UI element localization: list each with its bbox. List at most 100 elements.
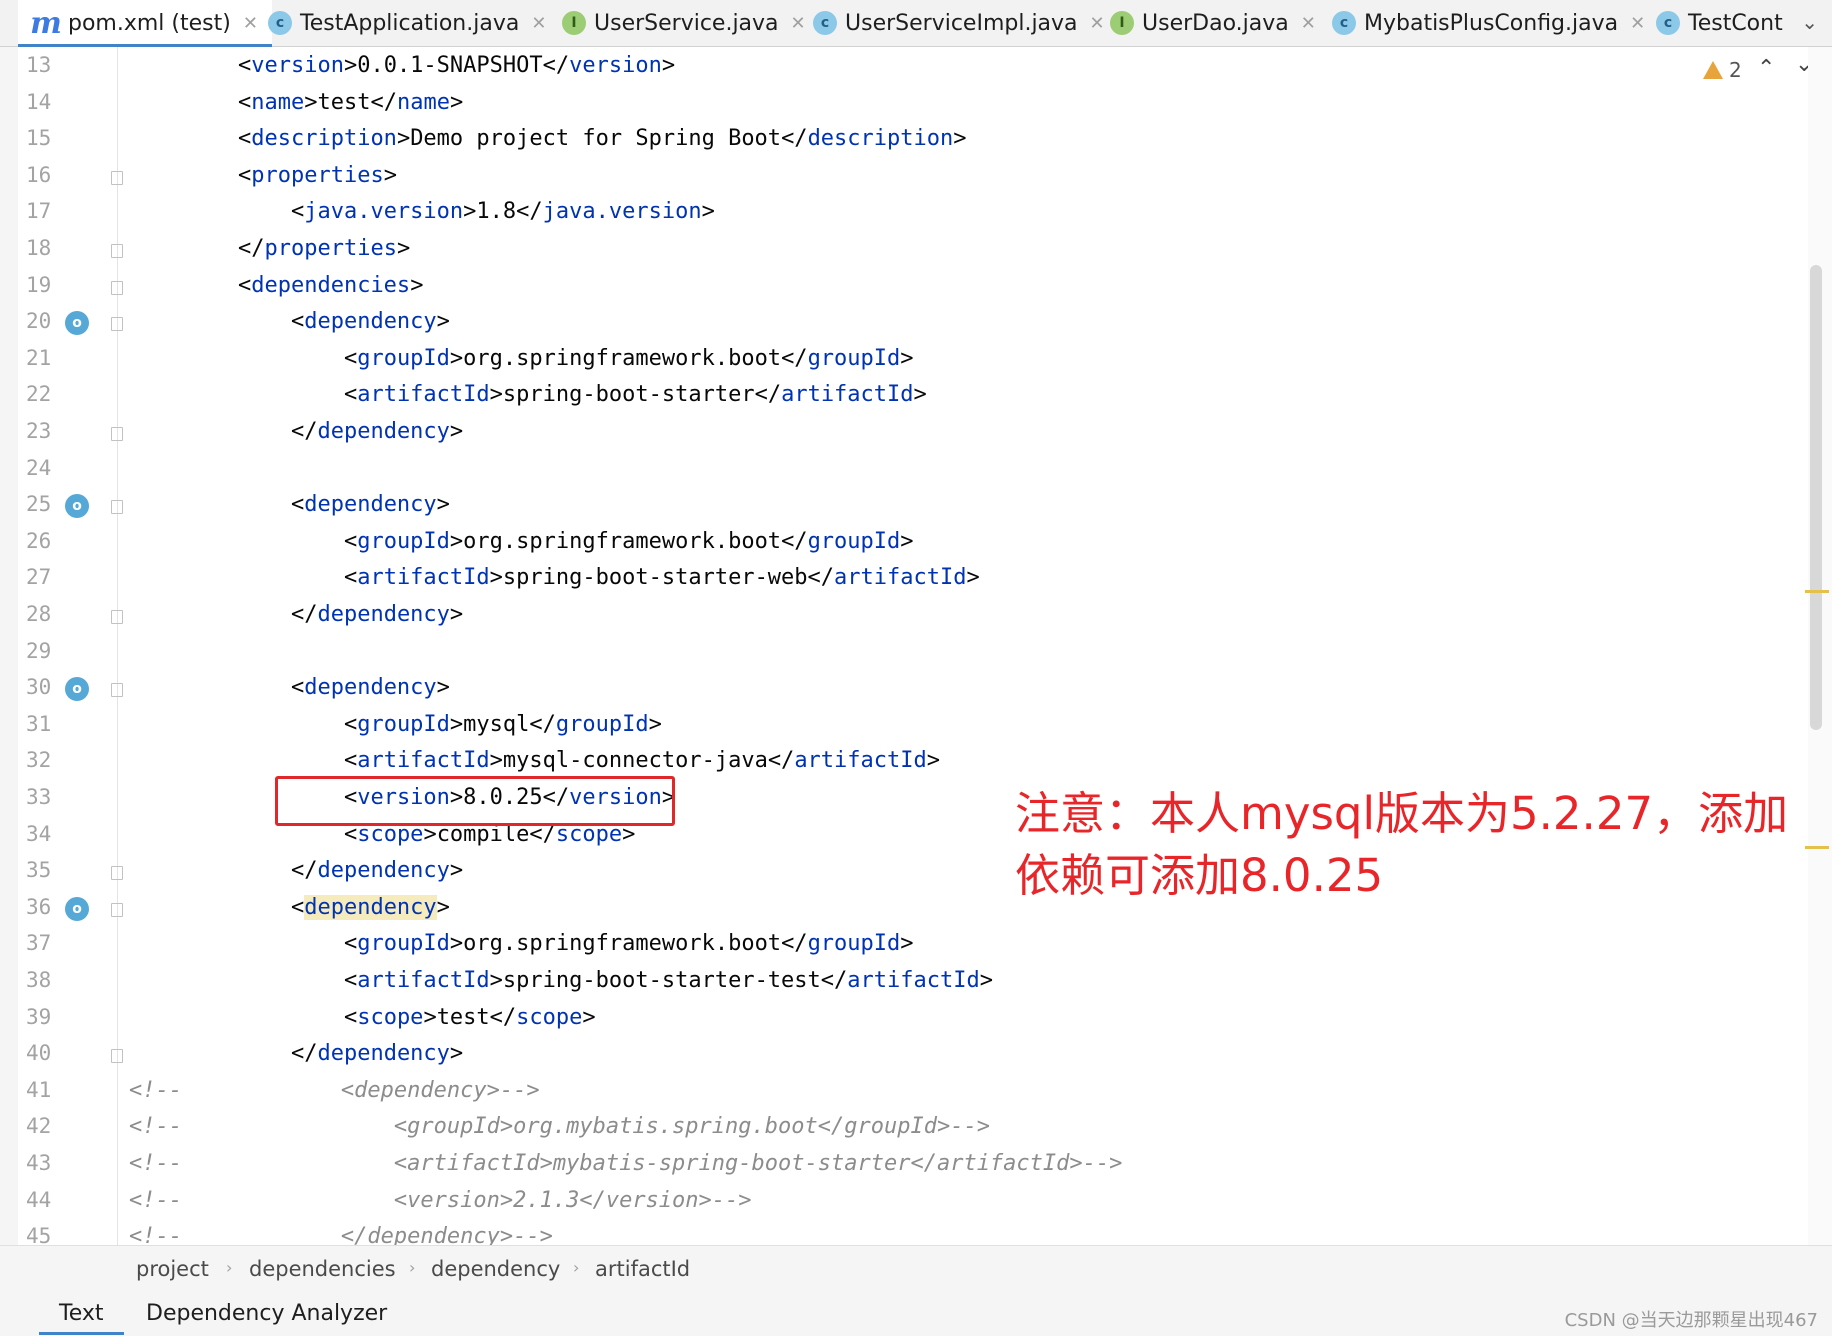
- xml-tag-name: groupId: [357, 711, 450, 737]
- xml-text: test: [436, 1004, 490, 1030]
- xml-text: </: [290, 1041, 318, 1067]
- fold-close-icon[interactable]: [111, 866, 123, 881]
- line-number: 42: [26, 1114, 52, 1139]
- close-icon[interactable]: ✕: [243, 13, 258, 34]
- tab-test-application[interactable]: c TestApplication.java ✕: [268, 0, 546, 46]
- xml-text: [185, 712, 344, 737]
- code-line[interactable]: <groupId>mysql</groupId>: [185, 712, 662, 737]
- maven-dependency-icon[interactable]: o: [65, 896, 89, 921]
- close-icon[interactable]: ✕: [1301, 13, 1316, 34]
- close-icon[interactable]: ✕: [1090, 13, 1105, 34]
- inspection-widget[interactable]: 2: [1703, 58, 1742, 82]
- interface-icon: I: [1110, 11, 1134, 35]
- close-icon[interactable]: ✕: [531, 13, 546, 34]
- line-number: 28: [26, 602, 52, 626]
- xml-tag-name: scope: [516, 1004, 583, 1030]
- fold-close-icon[interactable]: [111, 244, 123, 258]
- fold-open-icon[interactable]: [111, 170, 123, 185]
- chevron-down-icon[interactable]: ⌄: [1801, 10, 1818, 34]
- warning-marker[interactable]: [1805, 590, 1829, 593]
- close-icon[interactable]: ✕: [791, 13, 806, 34]
- code-line[interactable]: <dependency>: [185, 894, 450, 920]
- code-line[interactable]: <dependency>: [185, 309, 450, 334]
- code-line[interactable]: <dependencies>: [185, 273, 423, 298]
- maven-dependency-icon[interactable]: o: [65, 494, 89, 519]
- tab-mybatis-plus-config[interactable]: c MybatisPlusConfig.java ✕: [1332, 0, 1645, 46]
- line-number: 13: [26, 53, 52, 77]
- tab-user-service[interactable]: I UserService.java ✕: [562, 0, 806, 46]
- code-line[interactable]: <dependency>: [185, 675, 450, 700]
- warning-icon: [1703, 61, 1723, 79]
- tab-user-dao[interactable]: I UserDao.java ✕: [1110, 0, 1316, 46]
- xml-tag-name: dependency: [317, 419, 450, 444]
- code-line[interactable]: <groupId>org.springframework.boot</group…: [185, 529, 914, 554]
- fold-close-icon[interactable]: [111, 427, 123, 441]
- fold-open-icon[interactable]: [111, 280, 123, 295]
- tab-label: UserDao.java: [1142, 10, 1289, 36]
- breadcrumb-item[interactable]: artifactId: [595, 1257, 690, 1281]
- close-icon[interactable]: ✕: [1630, 13, 1645, 34]
- tab-text[interactable]: Text: [39, 1301, 123, 1335]
- breadcrumb: project › dependencies › dependency › ar…: [0, 1245, 1832, 1293]
- tab-user-service-impl[interactable]: c UserServiceImpl.java ✕: [813, 0, 1105, 46]
- xml-text: >: [396, 126, 411, 152]
- code-line[interactable]: <dependency>: [185, 492, 450, 517]
- xml-tag-name: dependency: [304, 492, 437, 518]
- code-line[interactable]: <!-- <groupId>org.mybatis.spring.boot</g…: [129, 1114, 990, 1139]
- fold-open-icon[interactable]: [111, 683, 123, 698]
- code-line[interactable]: <version>0.0.1-SNAPSHOT</version>: [185, 53, 675, 78]
- tab-dependency-analyzer[interactable]: Dependency Analyzer: [146, 1301, 387, 1326]
- previous-highlight-icon[interactable]: ⌃: [1757, 56, 1775, 81]
- xml-text: [185, 748, 344, 773]
- code-line[interactable]: </properties>: [185, 236, 410, 261]
- line-number: 20: [26, 309, 52, 334]
- editor-tab-bar: m pom.xml (test) ✕ c TestApplication.jav…: [0, 0, 1832, 47]
- fold-open-icon[interactable]: [111, 500, 123, 515]
- code-line[interactable]: </dependency>: [185, 858, 463, 883]
- code-line[interactable]: <java.version>1.8</java.version>: [185, 199, 715, 224]
- code-line[interactable]: <artifactId>spring-boot-starter</artifac…: [185, 382, 927, 407]
- maven-dependency-icon[interactable]: o: [65, 677, 89, 702]
- chevron-right-icon: ›: [226, 1258, 233, 1277]
- code-line[interactable]: <groupId>org.springframework.boot</group…: [185, 346, 914, 371]
- code-line[interactable]: </dependency>: [185, 1041, 463, 1066]
- fold-open-icon[interactable]: [111, 317, 123, 332]
- code-line[interactable]: <!-- <dependency>-->: [129, 1078, 540, 1103]
- line-number: 33: [26, 785, 52, 809]
- fold-close-icon[interactable]: [111, 1049, 123, 1064]
- xml-text: </: [489, 1004, 517, 1030]
- xml-text: >: [410, 272, 424, 298]
- code-line[interactable]: <artifactId>spring-boot-starter-web</art…: [185, 565, 980, 590]
- scrollbar-thumb[interactable]: [1810, 265, 1822, 730]
- fold-open-icon[interactable]: [111, 902, 123, 917]
- fold-close-icon[interactable]: [111, 610, 123, 624]
- xml-text: <: [343, 1004, 358, 1030]
- xml-text: >: [926, 748, 941, 774]
- breadcrumb-item[interactable]: dependencies: [249, 1257, 396, 1281]
- tab-pom-xml[interactable]: m pom.xml (test) ✕: [18, 0, 272, 47]
- xml-text: [185, 565, 344, 590]
- breadcrumb-item[interactable]: project: [136, 1257, 209, 1281]
- line-number: 21: [26, 345, 52, 370]
- code-line[interactable]: <artifactId>spring-boot-starter-test</ar…: [185, 968, 993, 993]
- xml-text: >: [449, 89, 464, 115]
- breadcrumb-item[interactable]: dependency: [431, 1257, 560, 1281]
- code-line[interactable]: <properties>: [185, 163, 397, 188]
- code-line[interactable]: <description>Demo project for Spring Boo…: [185, 126, 967, 151]
- code-line[interactable]: </dependency>: [185, 419, 463, 444]
- line-number: 17: [26, 199, 52, 224]
- code-line[interactable]: <name>test</name>: [185, 90, 463, 115]
- code-line[interactable]: <groupId>org.springframework.boot</group…: [185, 931, 914, 956]
- xml-text: [185, 126, 238, 151]
- line-number: 18: [26, 236, 52, 260]
- code-line[interactable]: <!-- <artifactId>mybatis-spring-boot-sta…: [129, 1151, 1122, 1176]
- code-line[interactable]: <scope>test</scope>: [185, 1005, 596, 1030]
- code-line[interactable]: </dependency>: [185, 602, 463, 627]
- tab-test-cont[interactable]: c TestCont: [1656, 0, 1783, 46]
- xml-tag-name: dependency: [304, 309, 437, 335]
- code-line[interactable]: <!-- <version>2.1.3</version>-->: [129, 1188, 752, 1213]
- xml-text: 0.0.1-SNAPSHOT: [357, 53, 543, 78]
- maven-dependency-icon[interactable]: o: [65, 311, 89, 336]
- code-line[interactable]: <artifactId>mysql-connector-java</artifa…: [185, 748, 940, 773]
- comment-text: <!-- <version>2.1.3</version>-->: [129, 1187, 752, 1213]
